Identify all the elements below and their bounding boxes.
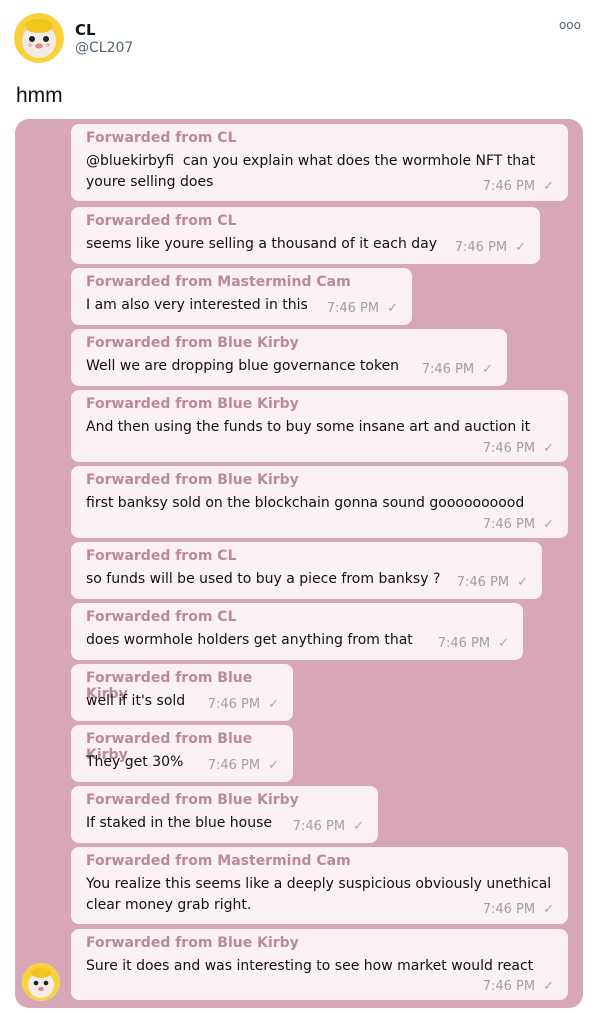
forwarded-label: Forwarded from Blue Kirby [86, 935, 299, 951]
message-time: 7:46 PM ✓ [207, 758, 279, 773]
message-text: first banksy sold on the blockchain gonn… [86, 495, 525, 511]
more-options-icon[interactable]: ooo [559, 18, 581, 32]
sent-check-icon: ✓ [387, 301, 398, 316]
sent-check-icon: ✓ [353, 819, 364, 834]
chat-bubble: Forwarded from Blue Kirby first banksy s… [71, 466, 568, 538]
message-text: They get 30% [86, 754, 184, 770]
tweet-header: CL @CL207 ooo [0, 0, 593, 70]
message-text: seems like youre selling a thousand of i… [86, 236, 438, 252]
message-time: 7:46 PM ✓ [482, 441, 554, 456]
sent-check-icon: ✓ [543, 979, 554, 994]
sent-check-icon: ✓ [268, 697, 279, 712]
sent-check-icon: ✓ [543, 517, 554, 532]
sent-check-icon: ✓ [543, 441, 554, 456]
message-time: 7:46 PM ✓ [421, 362, 493, 377]
message-text: Sure it does and was interesting to see … [86, 958, 534, 974]
sent-check-icon: ✓ [268, 758, 279, 773]
forwarded-label: Forwarded from CL [86, 548, 237, 564]
chat-bubble: Forwarded from Blue Kirby They get 30% 7… [71, 725, 293, 782]
sent-check-icon: ✓ [498, 636, 509, 651]
message-text: And then using the funds to buy some ins… [86, 419, 531, 435]
message-text: Well we are dropping blue governance tok… [86, 358, 400, 374]
hamster-avatar-icon [14, 13, 64, 63]
message-time: 7:46 PM ✓ [207, 697, 279, 712]
message-time: 7:46 PM ✓ [482, 902, 554, 917]
message-time: 7:46 PM ✓ [482, 979, 554, 994]
chat-bubble: Forwarded from Blue Kirby If staked in t… [71, 786, 378, 843]
author-avatar[interactable] [14, 13, 64, 63]
tweet-text: hmm [16, 84, 63, 107]
chat-bubble: Forwarded from CL seems like youre selli… [71, 207, 540, 264]
message-text: You realize this seems like a deeply sus… [86, 876, 552, 913]
forwarded-label: Forwarded from CL [86, 609, 237, 625]
forwarded-label: Forwarded from Blue Kirby [86, 792, 299, 808]
message-text: If staked in the blue house [86, 815, 272, 831]
chat-bubble: Forwarded from Blue Kirby Well we are dr… [71, 329, 507, 386]
chat-bubble: Forwarded from CL @bluekirbyfi can you e… [71, 124, 568, 201]
message-time: 7:46 PM ✓ [482, 517, 554, 532]
chat-bubble: Forwarded from Mastermind Cam I am also … [71, 268, 412, 325]
forwarded-label: Forwarded from Blue Kirby [86, 396, 299, 412]
chat-bubble: Forwarded from CL so funds will be used … [71, 542, 542, 599]
hamster-avatar-icon [22, 963, 60, 1001]
message-time: 7:46 PM ✓ [454, 240, 526, 255]
sent-check-icon: ✓ [543, 179, 554, 194]
forwarded-label: Forwarded from Mastermind Cam [86, 853, 351, 869]
chat-bubble: Forwarded from Blue Kirby well if it's s… [71, 664, 293, 721]
sent-check-icon: ✓ [517, 575, 528, 590]
forwarded-label: Forwarded from CL [86, 130, 237, 146]
forwarded-label: Forwarded from Blue Kirby [86, 335, 299, 351]
message-text: well if it's sold [86, 693, 186, 709]
sent-check-icon: ✓ [515, 240, 526, 255]
message-text: so funds will be used to buy a piece fro… [86, 571, 441, 587]
message-text: does wormhole holders get anything from … [86, 632, 413, 648]
message-time: 7:46 PM ✓ [326, 301, 398, 316]
chat-bubble: Forwarded from Blue Kirby And then using… [71, 390, 568, 462]
forwarded-label: Forwarded from Mastermind Cam [86, 274, 351, 290]
message-time: 7:46 PM ✓ [437, 636, 509, 651]
message-text: I am also very interested in this [86, 297, 308, 313]
forwarded-label: Forwarded from CL [86, 213, 237, 229]
forwarded-label: Forwarded from Blue Kirby [86, 472, 299, 488]
message-time: 7:46 PM ✓ [292, 819, 364, 834]
chat-bubble: Forwarded from CL does wormhole holders … [71, 603, 523, 660]
message-time: 7:46 PM ✓ [482, 179, 554, 194]
author-name[interactable]: CL [75, 21, 96, 39]
chat-bubble: Forwarded from Mastermind Cam You realiz… [71, 847, 568, 924]
tweet-image-chat[interactable]: Forwarded from CL @bluekirbyfi can you e… [15, 119, 583, 1008]
chat-avatar [22, 963, 60, 1001]
sent-check-icon: ✓ [543, 902, 554, 917]
message-time: 7:46 PM ✓ [456, 575, 528, 590]
author-handle[interactable]: @CL207 [75, 40, 133, 56]
sent-check-icon: ✓ [482, 362, 493, 377]
message-text: @bluekirbyfi can you explain what does t… [86, 153, 536, 190]
chat-bubble: Forwarded from Blue Kirby Sure it does a… [71, 929, 568, 1000]
